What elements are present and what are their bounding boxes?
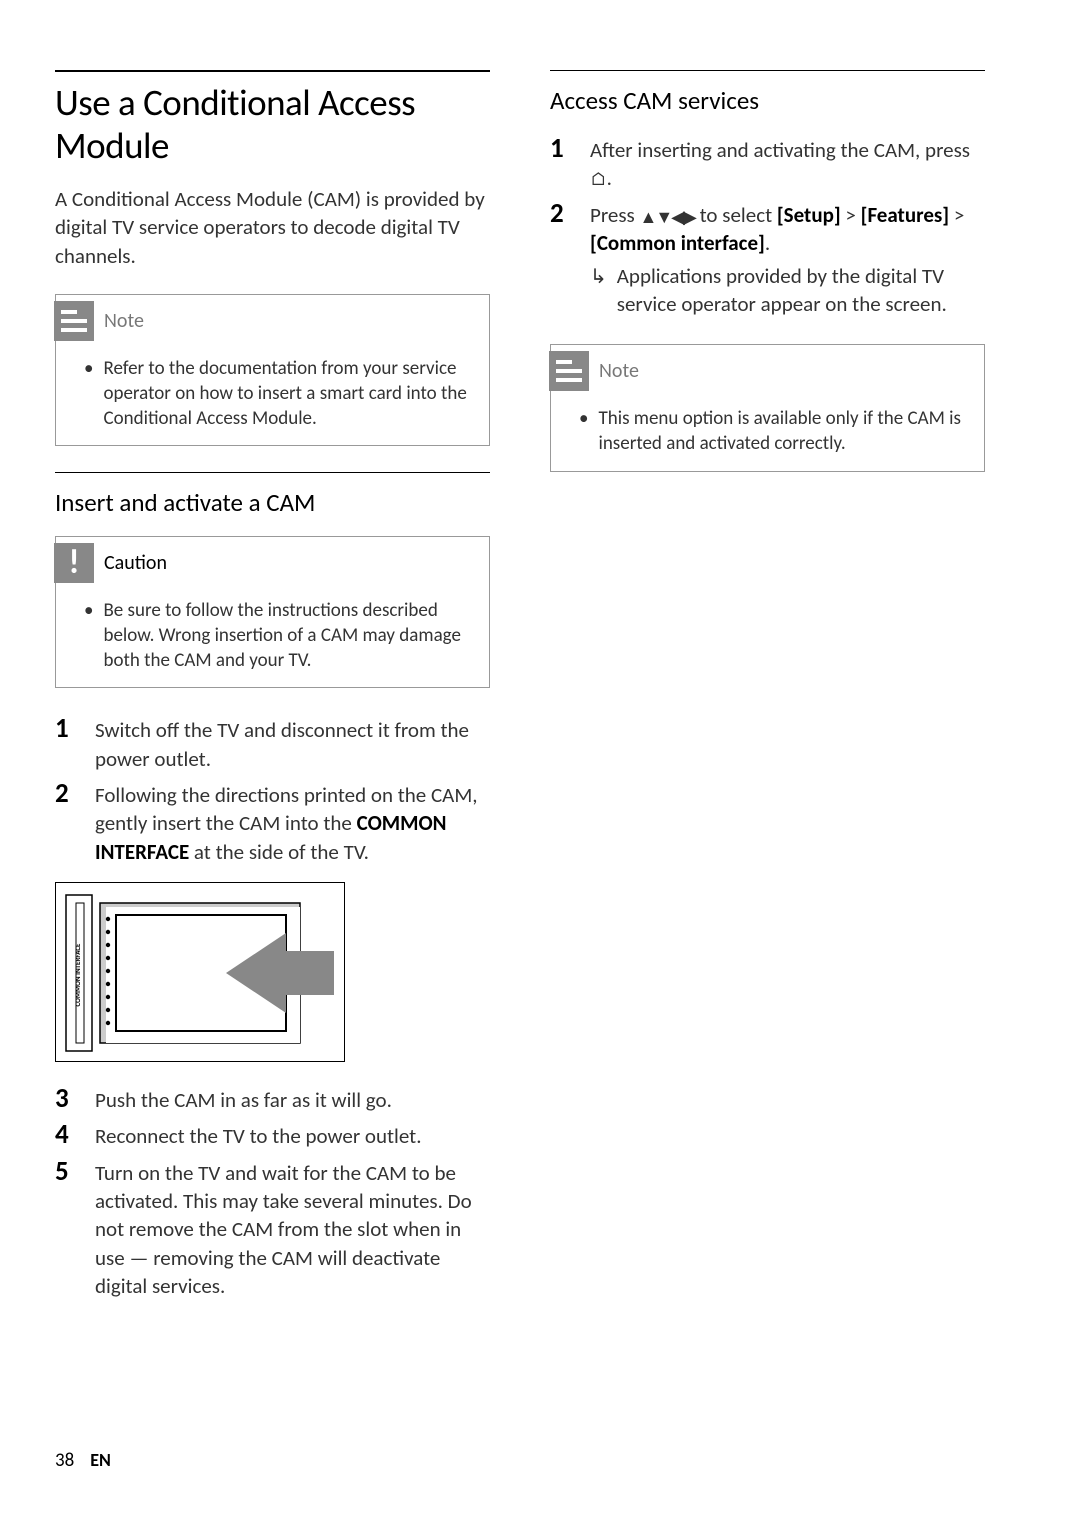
main-heading: Use a Conditional Access Module: [55, 82, 490, 167]
result-line: ↳ Applications provided by the digital T…: [590, 262, 985, 319]
step-text: Push the CAM in as far as it will go.: [95, 1084, 392, 1114]
step-number: 1: [550, 134, 572, 193]
caution-body: • Be sure to follow the instructions des…: [56, 589, 489, 687]
right-steps: 1 After inserting and activating the CAM…: [550, 134, 985, 318]
step-number: 3: [55, 1084, 77, 1114]
note-body: • This menu option is available only if …: [551, 397, 984, 470]
step-number: 5: [55, 1157, 77, 1301]
step-number: 1: [55, 714, 77, 773]
step-2: 2 Following the directions printed on th…: [55, 779, 490, 866]
steps-list-top: 1 Switch off the TV and disconnect it fr…: [55, 714, 490, 866]
caution-text: Be sure to follow the instructions descr…: [103, 599, 473, 673]
note-label: Note: [104, 309, 144, 333]
intro-paragraph: A Conditional Access Module (CAM) is pro…: [55, 185, 490, 270]
step-number: 4: [55, 1120, 77, 1150]
caution-header: ! Caution: [54, 537, 489, 589]
nav-arrows-icon: ▲▼◀▶: [640, 207, 695, 227]
step-text: Following the directions printed on the …: [95, 779, 490, 866]
subheading-rule: [550, 70, 985, 71]
note-callout-right: Note • This menu option is available onl…: [550, 344, 985, 471]
note-header: Note: [54, 295, 489, 347]
result-text: Applications provided by the digital TV …: [617, 262, 985, 319]
caution-icon: !: [54, 543, 94, 583]
right-column: Access CAM services 1 After inserting an…: [550, 70, 985, 1306]
right-heading: Access CAM services: [550, 85, 985, 116]
subheading-rule: [55, 472, 490, 473]
page-footer: 38 EN: [55, 1449, 111, 1472]
note-header: Note: [549, 345, 984, 397]
step-4: 4 Reconnect the TV to the power outlet.: [55, 1120, 490, 1150]
note-icon: [54, 301, 94, 341]
subheading: Insert and activate a CAM: [55, 487, 490, 518]
step-text: Switch off the TV and disconnect it from…: [95, 714, 490, 773]
step-5: 5 Turn on the TV and wait for the CAM to…: [55, 1157, 490, 1301]
step-text: Turn on the TV and wait for the CAM to b…: [95, 1157, 490, 1301]
step-number: 2: [550, 199, 572, 318]
bullet-dot: •: [84, 357, 93, 431]
step-text: Press ▲▼◀▶ to select [Setup] > [Features…: [590, 199, 985, 318]
cam-insertion-diagram: COMMON INTERFACE: [55, 882, 345, 1062]
right-step-1: 1 After inserting and activating the CAM…: [550, 134, 985, 193]
note-label: Note: [599, 359, 639, 383]
step-1: 1 Switch off the TV and disconnect it fr…: [55, 714, 490, 773]
caution-label: Caution: [104, 551, 167, 575]
right-step-2: 2 Press ▲▼◀▶ to select [Setup] > [Featur…: [550, 199, 985, 318]
note-icon: [549, 351, 589, 391]
heading-rule: [55, 70, 490, 72]
step-number: 2: [55, 779, 77, 866]
step-text: After inserting and activating the CAM, …: [590, 134, 985, 193]
page-number: 38: [55, 1449, 74, 1472]
page-content: Use a Conditional Access Module A Condit…: [55, 70, 1025, 1306]
step-3: 3 Push the CAM in as far as it will go.: [55, 1084, 490, 1114]
home-icon: ⌂: [590, 168, 607, 191]
bullet-dot: •: [579, 407, 588, 456]
result-arrow-icon: ↳: [590, 262, 607, 319]
left-column: Use a Conditional Access Module A Condit…: [55, 70, 490, 1306]
note-callout: Note • Refer to the documentation from y…: [55, 294, 490, 446]
caution-callout: ! Caution • Be sure to follow the instru…: [55, 536, 490, 688]
note-text: Refer to the documentation from your ser…: [103, 357, 473, 431]
note-text: This menu option is available only if th…: [598, 407, 968, 456]
note-body: • Refer to the documentation from your s…: [56, 347, 489, 445]
steps-list-bottom: 3 Push the CAM in as far as it will go. …: [55, 1084, 490, 1300]
language-code: EN: [90, 1449, 111, 1471]
step-text: Reconnect the TV to the power outlet.: [95, 1120, 422, 1150]
bullet-dot: •: [84, 599, 93, 673]
diagram-slot-label: COMMON INTERFACE: [73, 943, 82, 1007]
